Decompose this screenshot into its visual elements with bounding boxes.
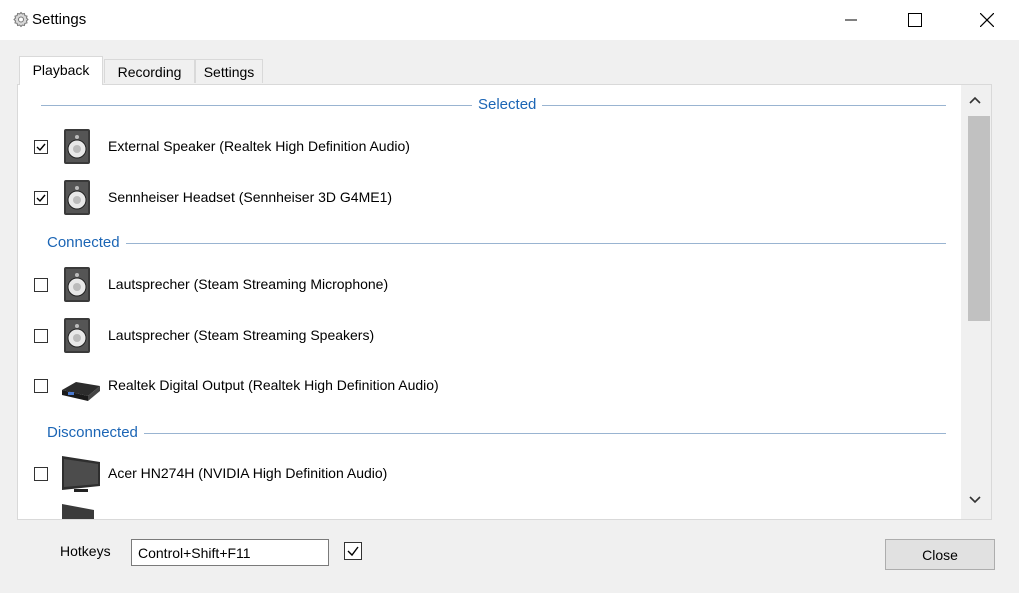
checkmark-icon [36, 143, 46, 152]
scrollbar-thumb[interactable] [968, 116, 990, 321]
device-label: External Speaker (Realtek High Definitio… [108, 138, 410, 154]
device-checkbox[interactable] [34, 278, 48, 292]
monitor-icon [62, 456, 100, 492]
device-checkbox[interactable] [34, 329, 48, 343]
maximize-button[interactable] [892, 0, 938, 40]
tab-playback[interactable]: Playback [19, 56, 103, 85]
device-checkbox[interactable] [34, 191, 48, 205]
monitor-icon [62, 504, 94, 519]
minimize-button[interactable] [828, 0, 874, 40]
digital-output-icon [62, 382, 100, 401]
device-item[interactable]: Sennheiser Headset (Sennheiser 3D G4ME1) [34, 180, 934, 216]
device-checkbox[interactable] [34, 467, 48, 481]
device-checkbox[interactable] [34, 140, 48, 154]
section-separator-disconnected: Disconnected [41, 425, 946, 441]
tab-recording[interactable]: Recording [104, 59, 195, 83]
speaker-icon [64, 318, 90, 353]
section-label-selected: Selected [472, 97, 543, 113]
title-bar: Settings [0, 0, 1019, 40]
separator-line [41, 433, 946, 434]
device-label: Sennheiser Headset (Sennheiser 3D G4ME1) [108, 189, 393, 205]
checkmark-icon [347, 546, 359, 557]
device-label: Lautsprecher (Steam Streaming Microphone… [108, 276, 389, 292]
device-checkbox[interactable] [34, 379, 48, 393]
section-separator-connected: Connected [41, 235, 946, 251]
device-label: Realtek Digital Output (Realtek High Def… [108, 377, 439, 393]
close-window-button[interactable] [964, 0, 1010, 40]
hotkeys-enable-checkbox[interactable] [344, 542, 362, 560]
device-item[interactable]: Lautsprecher (Steam Streaming Speakers) [34, 318, 934, 354]
close-button[interactable]: Close [885, 539, 995, 570]
device-label: Acer HN274H (NVIDIA High Definition Audi… [108, 465, 388, 481]
device-list-panel: Selected External Speaker (Realtek High … [17, 84, 992, 520]
maximize-icon [908, 13, 922, 27]
checkmark-icon [36, 194, 46, 203]
section-separator-selected: Selected [41, 97, 946, 113]
tab-settings[interactable]: Settings [195, 59, 263, 83]
section-label-connected: Connected [41, 235, 126, 251]
separator-line [41, 243, 946, 244]
vertical-scrollbar[interactable] [961, 85, 991, 519]
device-item[interactable]: Acer HN274H (NVIDIA High Definition Audi… [34, 456, 934, 492]
device-item[interactable]: Realtek Digital Output (Realtek High Def… [34, 368, 934, 404]
section-label-disconnected: Disconnected [41, 425, 144, 441]
hotkeys-label: Hotkeys [60, 543, 111, 559]
speaker-icon [64, 267, 90, 302]
device-item[interactable]: External Speaker (Realtek High Definitio… [34, 129, 934, 165]
window-title: Settings [32, 11, 87, 28]
device-item[interactable]: Lautsprecher (Steam Streaming Microphone… [34, 267, 934, 303]
chevron-down-icon[interactable] [969, 496, 981, 504]
close-icon [980, 13, 994, 27]
gear-icon [13, 11, 29, 28]
hotkeys-input[interactable] [131, 539, 329, 566]
minimize-icon [845, 19, 857, 21]
speaker-icon [64, 180, 90, 215]
chevron-up-icon[interactable] [969, 96, 981, 104]
device-label: Lautsprecher (Steam Streaming Speakers) [108, 327, 375, 343]
speaker-icon [64, 129, 90, 164]
